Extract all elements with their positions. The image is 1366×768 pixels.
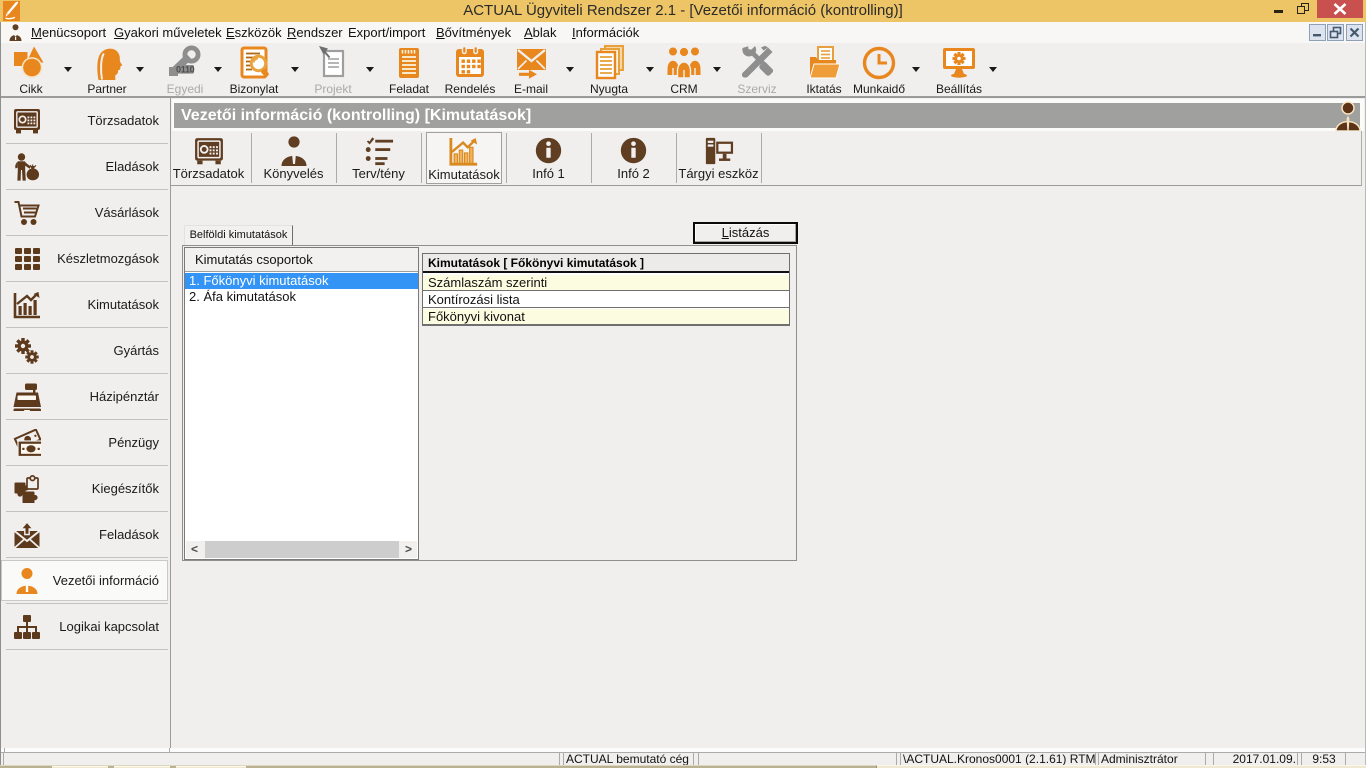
svg-text:0110: 0110 bbox=[176, 65, 195, 75]
